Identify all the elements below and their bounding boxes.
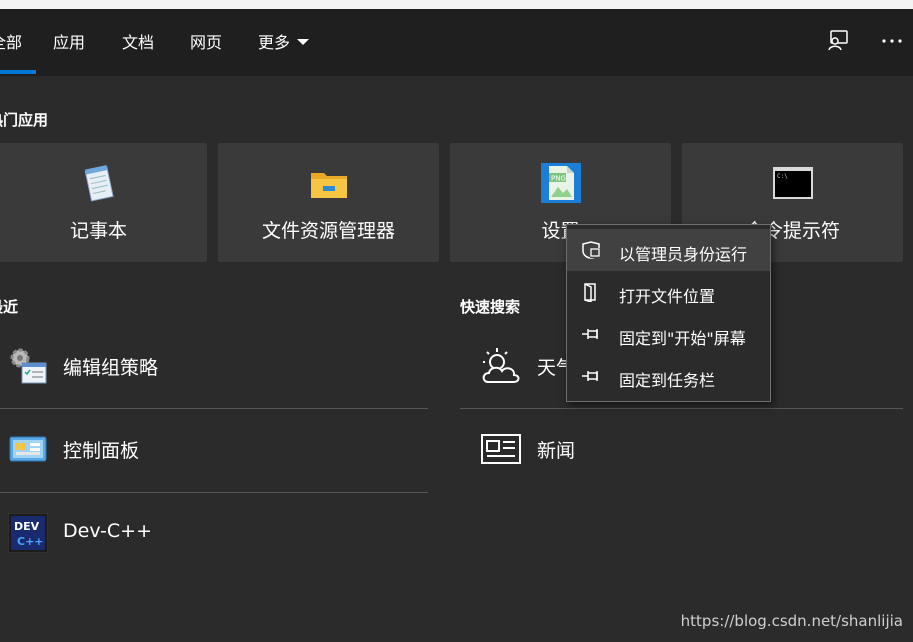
app-tile-notepad[interactable]: 记事本 [0,143,207,262]
tab-apps-label: 应用 [53,33,86,52]
menu-item-label: 打开文件位置 [619,287,716,306]
control-panel-icon [8,429,48,469]
list-item-group-policy[interactable]: 编辑组策略 [0,326,428,409]
open-location-icon [581,282,601,304]
app-tile-label: 记事本 [69,220,127,242]
tab-documents[interactable]: 文档 [122,29,154,53]
pin-icon [581,366,601,386]
menu-item-label: 以管理员身份运行 [619,245,748,264]
shield-icon [581,240,601,260]
command-prompt-icon: C:\ [772,163,813,203]
tab-all-label: 全部 [0,33,23,52]
svg-text:C++: C++ [17,535,44,548]
svg-text:C:\: C:\ [777,173,788,180]
weather-icon [480,346,520,386]
tab-documents-label: 文档 [122,33,155,52]
app-tile-label: 文件资源管理器 [261,220,395,242]
recent-title: 最近 [0,298,19,316]
list-item-label: 新闻 [537,440,576,462]
quick-search-news[interactable]: 新闻 [460,409,903,492]
tab-all[interactable]: 全部 [0,29,22,53]
menu-item-label: 固定到任务栏 [619,371,716,390]
news-icon [480,429,521,469]
svg-text:DEV: DEV [14,520,40,533]
tab-more[interactable]: 更多 [258,29,310,53]
menu-item-label: 固定到"开始"屏幕 [619,329,746,348]
dev-cpp-icon: DEV C++ [7,512,49,554]
search-header: 全部 应用 文档 网页 更多 [0,9,913,76]
file-explorer-icon [309,163,349,203]
tab-more-label: 更多 [258,33,291,52]
tab-web[interactable]: 网页 [190,29,222,53]
chevron-down-icon [297,38,310,45]
list-item-dev-cpp[interactable]: DEV C++ Dev-C++ [0,493,428,576]
group-policy-icon [8,346,48,386]
menu-item-run-as-admin[interactable]: 以管理员身份运行 [567,229,770,271]
notepad-icon [79,163,119,203]
watermark: https://blog.csdn.net/shanlijia [680,612,903,630]
tab-apps[interactable]: 应用 [53,29,85,53]
menu-item-pin-to-start[interactable]: 固定到"开始"屏幕 [567,313,770,355]
tab-web-label: 网页 [190,33,223,52]
list-item-label: Dev-C++ [63,520,153,542]
list-item-control-panel[interactable]: 控制面板 [0,409,428,492]
top-apps-title: 热门应用 [0,111,49,129]
menu-item-pin-to-taskbar[interactable]: 固定到任务栏 [567,355,770,397]
png-file-icon: PNG [540,163,581,203]
more-options-icon[interactable] [880,29,904,57]
list-item-label: 编辑组策略 [63,357,159,379]
app-tile-file-explorer[interactable]: 文件资源管理器 [218,143,439,262]
svg-text:PNG: PNG [551,175,566,183]
list-item-label: 控制面板 [63,440,140,462]
menu-item-open-file-location[interactable]: 打开文件位置 [567,271,770,313]
active-tab-indicator [0,70,36,74]
quick-search-title: 快速搜索 [460,298,521,316]
pin-icon [581,324,601,344]
context-menu: 以管理员身份运行 打开文件位置 固定到"开始"屏幕 固定到任务栏 [566,224,771,402]
feedback-icon[interactable] [826,28,850,56]
